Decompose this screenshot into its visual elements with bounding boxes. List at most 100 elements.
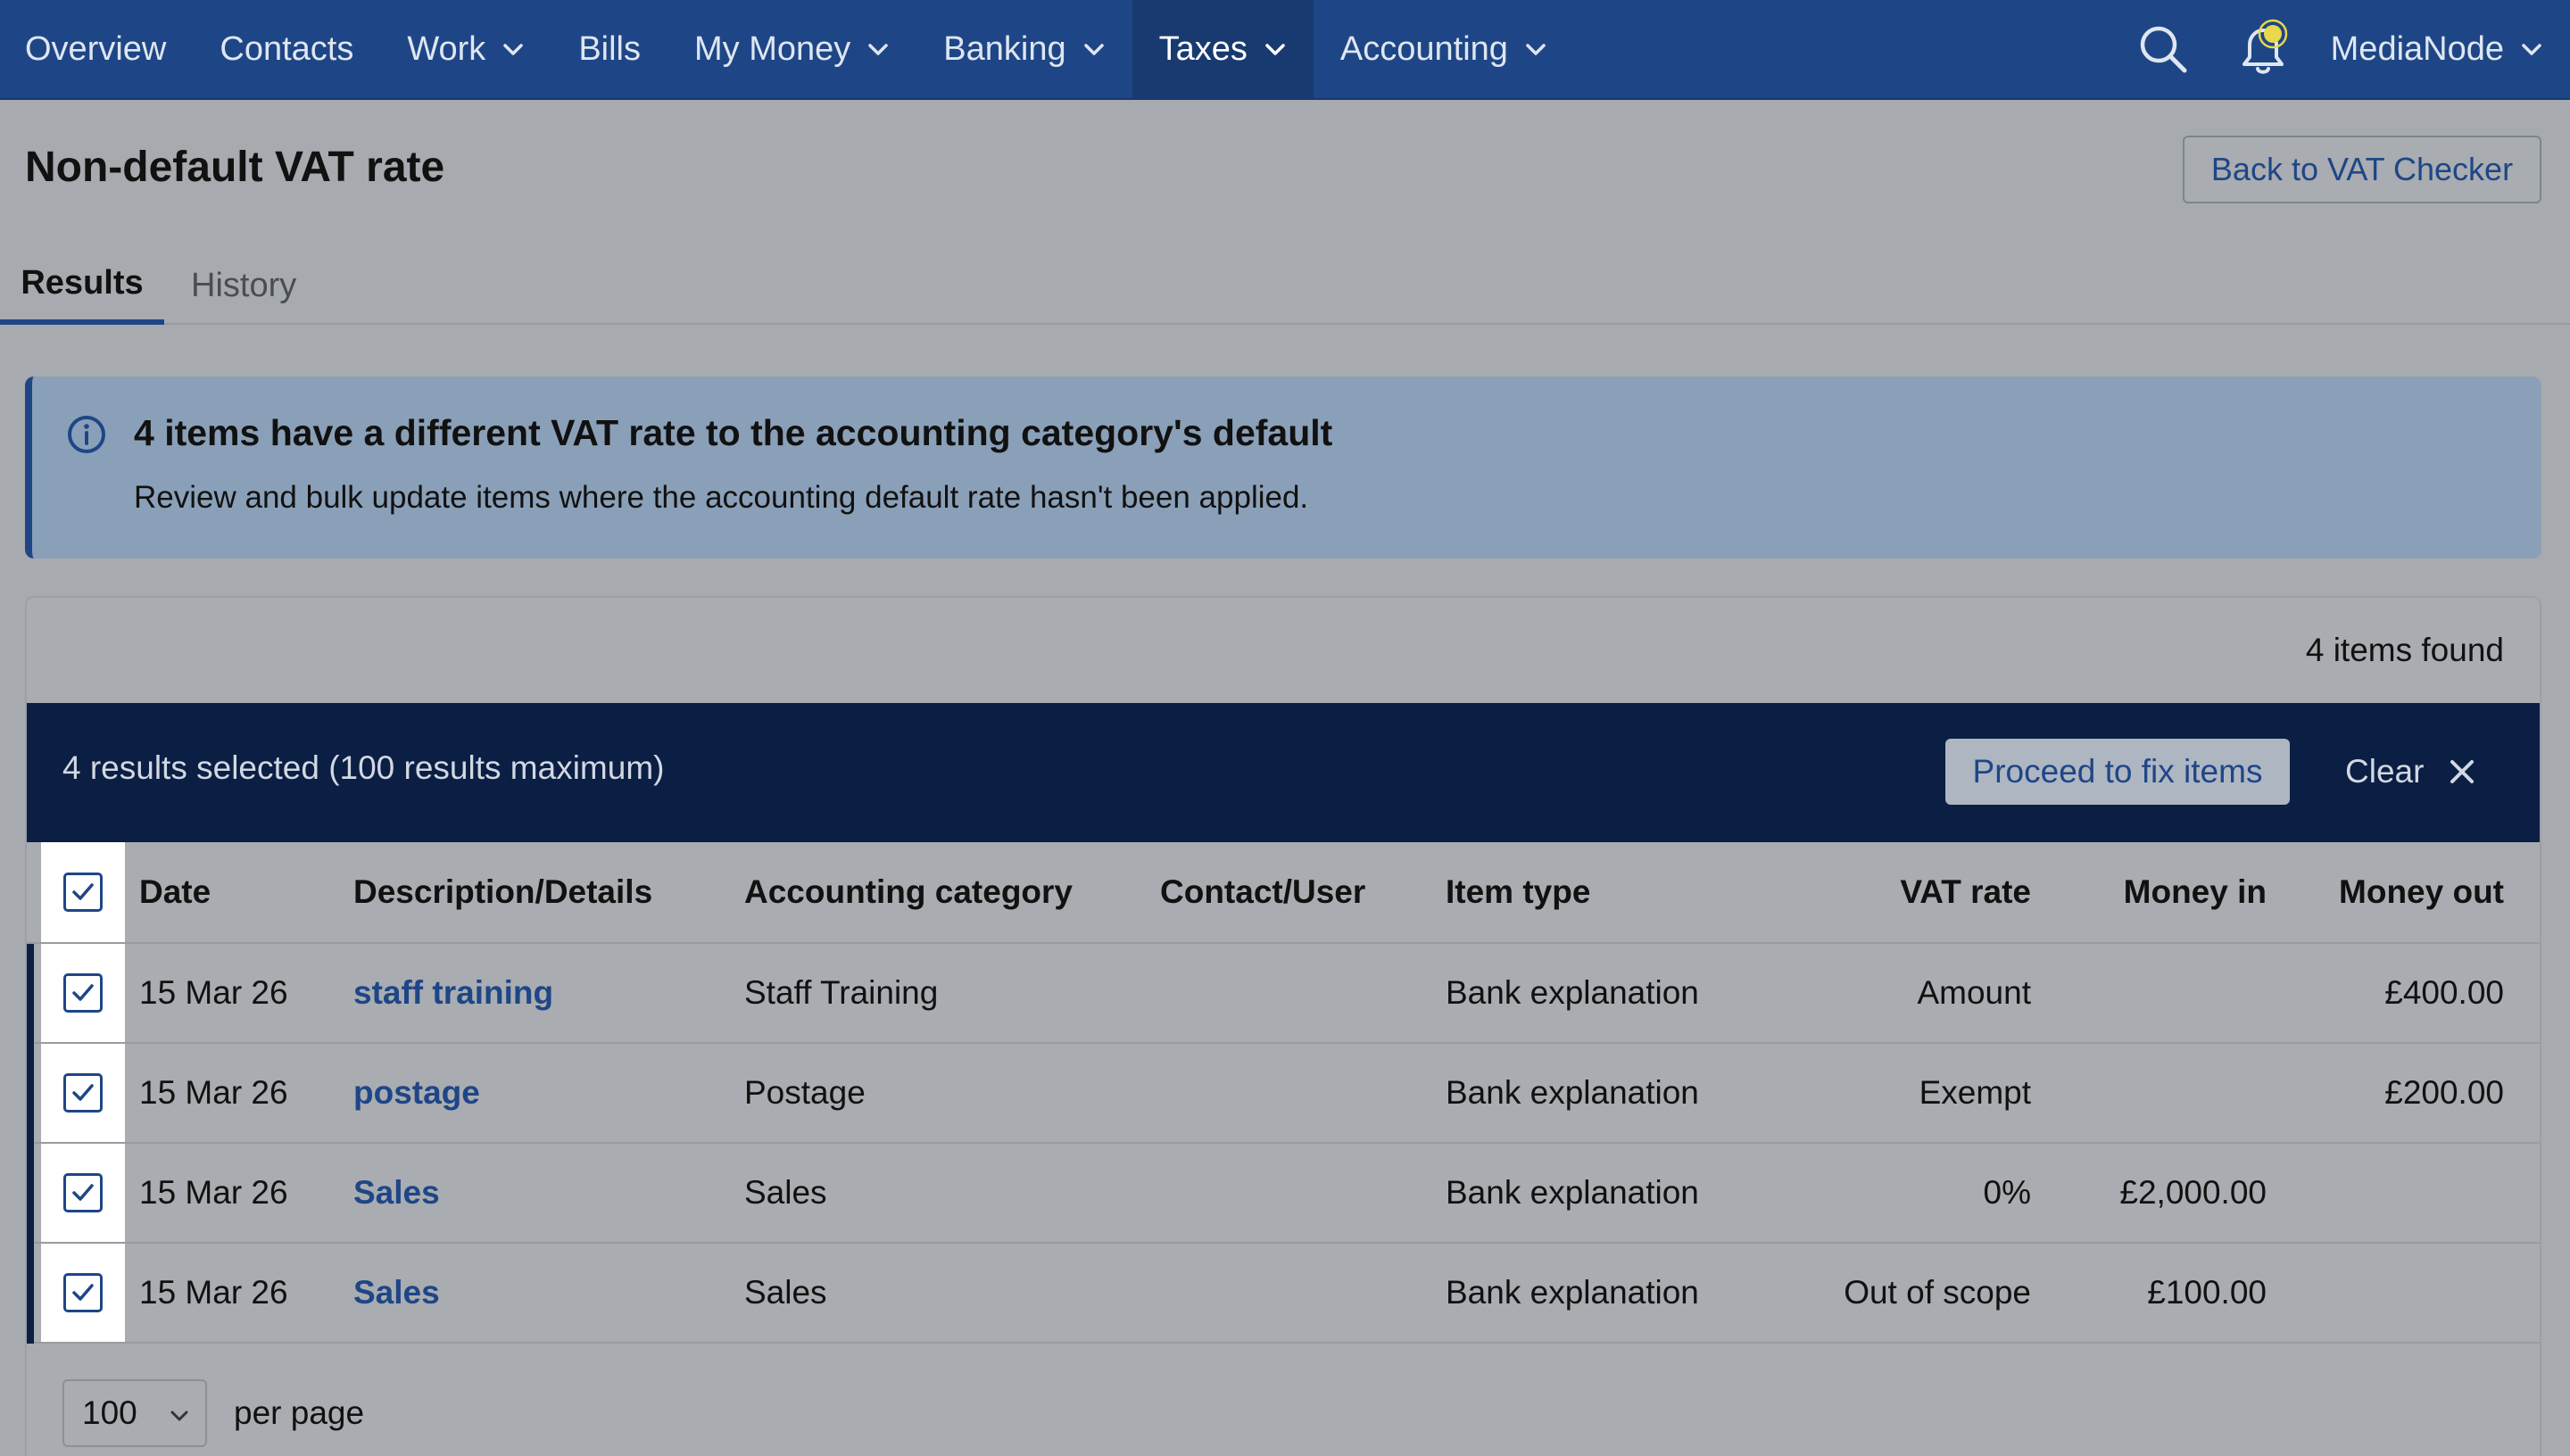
- banner-text: Review and bulk update items where the a…: [134, 480, 1309, 515]
- cell-category: Sales: [744, 1174, 827, 1211]
- items-found-count: 4 items found: [2305, 632, 2504, 668]
- clear-label: Clear: [2345, 753, 2425, 790]
- banner-title: 4 items have a different VAT rate to the…: [134, 412, 1333, 453]
- account-label: MediaNode: [2330, 29, 2504, 68]
- column-header-money-out[interactable]: Money out: [2339, 842, 2504, 942]
- row-checkbox[interactable]: [63, 1173, 103, 1212]
- results-table: Date Description/Details Accounting cate…: [27, 842, 2540, 1344]
- row-checkbox[interactable]: [63, 1273, 103, 1312]
- select-all-checkbox[interactable]: [63, 873, 103, 912]
- cell-money-in: £100.00: [2147, 1274, 2267, 1311]
- column-header-vat-rate[interactable]: VAT rate: [1900, 842, 2031, 942]
- chevron-down-icon: [868, 44, 889, 55]
- cell-date: 15 Mar 26: [139, 974, 288, 1011]
- table-header-row: Date Description/Details Accounting cate…: [27, 842, 2540, 944]
- row-select-cell: [41, 1244, 125, 1342]
- column-header-money-in[interactable]: Money in: [2124, 842, 2267, 942]
- nav-item-label: Taxes: [1158, 29, 1248, 68]
- close-icon: [2450, 760, 2475, 783]
- cell-date: 15 Mar 26: [139, 1074, 288, 1111]
- chevron-down-icon: [1526, 44, 1546, 55]
- nav-item-label: My Money: [694, 29, 851, 68]
- results-panel: 4 items found 4 results selected (100 re…: [25, 596, 2541, 1456]
- cell-item-type: Bank explanation: [1446, 1174, 1699, 1211]
- nav-item-banking[interactable]: Banking: [916, 0, 1132, 99]
- table-row: 15 Mar 26 Sales Sales Bank explanation O…: [27, 1244, 2540, 1344]
- tab-results[interactable]: Results: [0, 246, 164, 325]
- cell-item-type: Bank explanation: [1446, 974, 1699, 1011]
- cell-category: Staff Training: [744, 974, 939, 1011]
- nav-item-label: Banking: [943, 29, 1066, 68]
- cell-description-link[interactable]: Sales: [353, 1144, 440, 1242]
- row-checkbox[interactable]: [63, 1073, 103, 1113]
- info-banner: 4 items have a different VAT rate to the…: [25, 376, 2541, 558]
- checkmark-icon: [72, 883, 94, 900]
- cell-description-link[interactable]: postage: [353, 1044, 480, 1142]
- chevron-down-icon: [170, 1410, 188, 1421]
- nav-item-label: Contacts: [220, 29, 354, 68]
- cell-vat-rate: Amount: [1917, 974, 2031, 1011]
- column-header-item-type[interactable]: Item type: [1446, 842, 1590, 942]
- search-button[interactable]: [2113, 0, 2213, 99]
- back-to-vat-checker-button[interactable]: Back to VAT Checker: [2183, 136, 2541, 203]
- chevron-down-icon: [503, 44, 524, 55]
- account-menu[interactable]: MediaNode: [2313, 0, 2570, 99]
- row-checkbox[interactable]: [63, 973, 103, 1013]
- nav-item-label: Accounting: [1339, 29, 1508, 68]
- tab-bar: Results History: [0, 246, 2570, 325]
- nav-right-group: MediaNode: [2113, 0, 2570, 99]
- nav-item-work[interactable]: Work: [380, 0, 551, 99]
- nav-item-my-money[interactable]: My Money: [667, 0, 916, 99]
- search-icon: [2140, 26, 2187, 73]
- notifications-button[interactable]: [2213, 0, 2313, 99]
- row-select-cell: [41, 1144, 125, 1242]
- nav-item-label: Work: [407, 29, 486, 68]
- nav-item-contacts[interactable]: Contacts: [193, 0, 380, 99]
- cell-item-type: Bank explanation: [1446, 1274, 1699, 1311]
- table-row: 15 Mar 26 Sales Sales Bank explanation 0…: [27, 1144, 2540, 1244]
- row-select-cell: [41, 944, 125, 1042]
- cell-date: 15 Mar 26: [139, 1274, 288, 1311]
- column-header-date[interactable]: Date: [139, 842, 211, 942]
- selection-bar: 4 results selected (100 results maximum)…: [27, 703, 2540, 842]
- nav-item-label: Overview: [25, 29, 167, 68]
- cell-vat-rate: 0%: [1983, 1174, 2031, 1211]
- cell-vat-rate: Exempt: [1919, 1074, 2031, 1111]
- checkmark-icon: [72, 1084, 94, 1101]
- cell-money-out: £200.00: [2384, 1074, 2504, 1111]
- top-navigation: Overview Contacts Work Bills My Money Ba…: [0, 0, 2570, 100]
- cell-item-type: Bank explanation: [1446, 1074, 1699, 1111]
- cell-money-out: £400.00: [2384, 974, 2504, 1011]
- table-row: 15 Mar 26 postage Postage Bank explanati…: [27, 1044, 2540, 1144]
- per-page-label: per page: [234, 1394, 365, 1431]
- nav-item-overview[interactable]: Overview: [0, 0, 193, 99]
- cell-category: Postage: [744, 1074, 866, 1111]
- cell-description-link[interactable]: Sales: [353, 1244, 440, 1342]
- tab-history[interactable]: History: [191, 246, 296, 325]
- per-page-value: 100: [82, 1394, 137, 1431]
- checkmark-icon: [72, 1284, 94, 1301]
- page-title: Non-default VAT rate: [25, 144, 445, 191]
- cell-vat-rate: Out of scope: [1844, 1274, 2031, 1311]
- cell-money-in: £2,000.00: [2119, 1174, 2267, 1211]
- chevron-down-icon: [1265, 44, 1285, 55]
- column-header-contact[interactable]: Contact/User: [1160, 842, 1365, 942]
- info-icon: [68, 416, 105, 453]
- per-page-select[interactable]: 100: [62, 1379, 207, 1447]
- row-select-cell: [41, 1044, 125, 1142]
- proceed-to-fix-items-button[interactable]: Proceed to fix items: [1945, 739, 2290, 805]
- chevron-down-icon: [1083, 44, 1104, 55]
- per-page-control: 100 per page: [62, 1379, 364, 1447]
- nav-item-bills[interactable]: Bills: [551, 0, 667, 99]
- chevron-down-icon: [2522, 44, 2541, 55]
- nav-item-label: Bills: [578, 29, 641, 68]
- column-header-description[interactable]: Description/Details: [353, 842, 652, 942]
- nav-item-accounting[interactable]: Accounting: [1314, 0, 1574, 99]
- cell-description-link[interactable]: staff training: [353, 944, 553, 1042]
- clear-selection-button[interactable]: Clear: [2345, 739, 2475, 805]
- nav-item-taxes[interactable]: Taxes: [1132, 0, 1314, 99]
- selection-summary: 4 results selected (100 results maximum): [62, 749, 665, 786]
- cell-date: 15 Mar 26: [139, 1174, 288, 1211]
- cell-category: Sales: [744, 1274, 827, 1311]
- column-header-category[interactable]: Accounting category: [744, 842, 1073, 942]
